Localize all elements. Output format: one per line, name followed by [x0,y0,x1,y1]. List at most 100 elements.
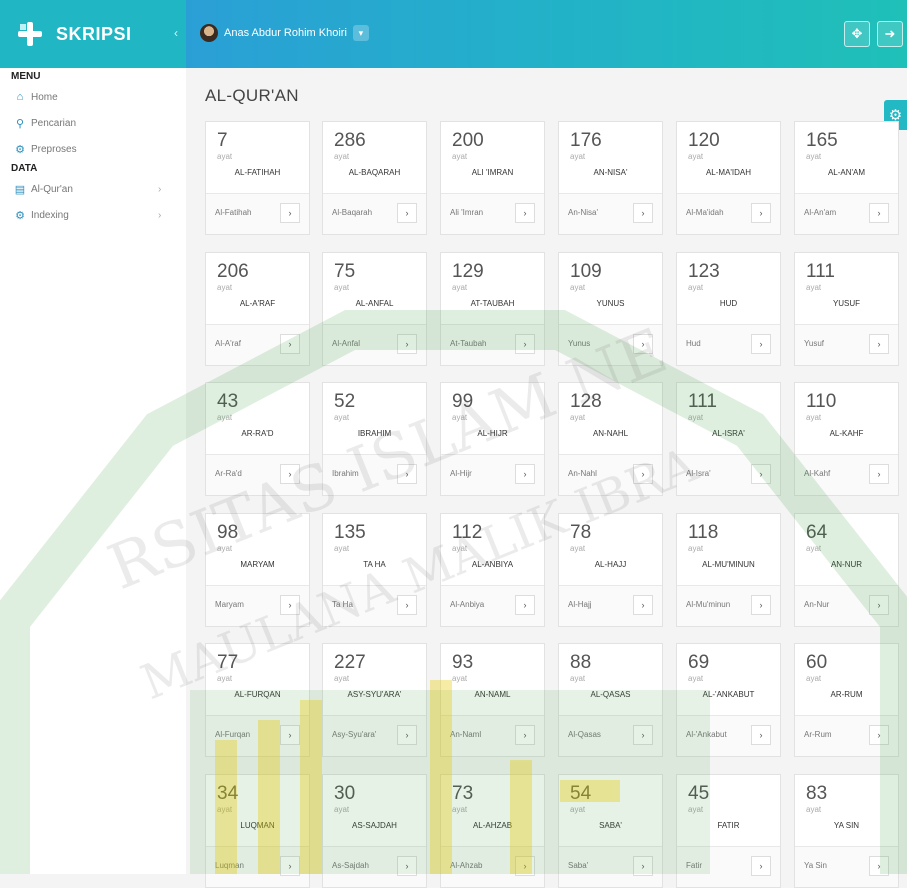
ayat-label: ayat [452,413,468,422]
surah-name: AL-'ANKABUT [702,690,755,699]
sidebar-item-label: Preproses [31,143,77,155]
surah-card: 110 ayat AL-KAHF Al-Kahf › [794,382,899,496]
open-surah-button[interactable]: › [633,464,653,484]
ayat-label: ayat [217,805,233,814]
ayat-count: 7 [217,130,228,151]
surah-latin-name: Al-Isra' [686,469,711,478]
open-surah-button[interactable]: › [515,595,535,615]
surah-card: 128 ayat AN-NAHL An-Nahl › [558,382,663,496]
surah-card: 112 ayat AL-ANBIYA Al-Anbiya › [440,513,545,627]
ayat-count: 73 [452,783,474,804]
card-footer: Al-Baqarah › [323,193,426,234]
card-footer: Al-Mu'minun › [677,585,780,626]
ayat-count: 54 [570,783,592,804]
chevron-down-icon[interactable]: ▾ [352,25,369,41]
sidebar-item-label: Pencarian [31,117,77,129]
open-surah-button[interactable]: › [280,464,300,484]
logout-icon[interactable]: ➜ [877,21,903,47]
open-surah-button[interactable]: › [633,203,653,223]
surah-card: 111 ayat AL-ISRA' Al-Isra' › [676,382,781,496]
open-surah-button[interactable]: › [751,856,771,876]
open-surah-button[interactable]: › [515,203,535,223]
open-surah-button[interactable]: › [280,595,300,615]
sidebar-item-indexing[interactable]: ⚙ Indexing › [0,202,186,228]
expand-icon[interactable]: ✥ [844,21,870,47]
card-footer: Al-Ahzab › [441,846,544,887]
surah-name: AL-ISRA' [712,429,745,438]
open-surah-button[interactable]: › [515,334,535,354]
open-surah-button[interactable]: › [869,203,889,223]
surah-latin-name: At-Taubah [450,339,487,348]
open-surah-button[interactable]: › [751,595,771,615]
chevron-left-icon[interactable]: ‹ [174,26,178,40]
open-surah-button[interactable]: › [280,856,300,876]
open-surah-button[interactable]: › [869,725,889,745]
open-surah-button[interactable]: › [633,595,653,615]
surah-name: MARYAM [240,560,275,569]
open-surah-button[interactable]: › [869,464,889,484]
open-surah-button[interactable]: › [869,856,889,876]
open-surah-button[interactable]: › [280,334,300,354]
ayat-label: ayat [570,805,586,814]
open-surah-button[interactable]: › [397,856,417,876]
surah-name: AL-FATIHAH [234,168,281,177]
open-surah-button[interactable]: › [751,725,771,745]
card-footer: An-Nahl › [559,454,662,495]
open-surah-button[interactable]: › [515,464,535,484]
open-surah-button[interactable]: › [397,203,417,223]
open-surah-button[interactable]: › [397,334,417,354]
open-surah-button[interactable]: › [751,203,771,223]
open-surah-button[interactable]: › [397,725,417,745]
open-surah-button[interactable]: › [633,856,653,876]
sidebar-item-pencarian[interactable]: ⚲ Pencarian [0,110,186,136]
open-surah-button[interactable]: › [751,464,771,484]
surah-latin-name: Ali 'Imran [450,208,484,217]
surah-name: AS-SAJDAH [352,821,397,830]
surah-name: AL-MU'MINUN [702,560,755,569]
surah-latin-name: Al-Qasas [568,730,601,739]
card-footer: Al-Isra' › [677,454,780,495]
open-surah-button[interactable]: › [869,595,889,615]
surah-name: AL-AHZAB [472,821,513,830]
surah-card: 129 ayat AT-TAUBAH At-Taubah › [440,252,545,366]
surah-latin-name: Al-Anbiya [450,600,485,609]
surah-name: AR-RUM [830,690,863,699]
sidebar-item-home[interactable]: ⌂ Home [0,84,186,110]
sidebar-item-preproses[interactable]: ⚙ Preproses [0,136,186,162]
open-surah-button[interactable]: › [633,725,653,745]
home-icon: ⌂ [16,91,24,103]
open-surah-button[interactable]: › [633,334,653,354]
app-logo[interactable]: SKRIPSI ‹ [0,0,186,68]
ayat-label: ayat [452,152,468,161]
page-title: AL-QUR'AN [205,86,299,105]
surah-card: 45 ayat FATIR Fatir › [676,774,781,888]
open-surah-button[interactable]: › [280,203,300,223]
surah-name: AN-NISA' [593,168,628,177]
open-surah-button[interactable]: › [515,856,535,876]
surah-latin-name: Ibrahim [332,469,359,478]
ayat-count: 110 [806,391,837,412]
open-surah-button[interactable]: › [751,334,771,354]
open-surah-button[interactable]: › [869,334,889,354]
sidebar-item-label: Indexing [31,209,69,221]
open-surah-button[interactable]: › [397,464,417,484]
user-menu[interactable]: Anas Abdur Rohim Khoiri ▾ [200,24,369,42]
sidebar-item-alquran[interactable]: ▤ Al-Qur'an › [0,176,186,202]
surah-latin-name: Luqman [215,861,244,870]
open-surah-button[interactable]: › [397,595,417,615]
surah-name: LUQMAN [240,821,275,830]
surah-name: TA HA [363,560,386,569]
surah-card: 54 ayat SABA' Saba' › [558,774,663,888]
surah-card: 78 ayat AL-HAJJ Al-Hajj › [558,513,663,627]
card-footer: Hud › [677,324,780,365]
ayat-count: 45 [688,783,710,804]
card-footer: Al-Qasas › [559,715,662,756]
surah-name: AN-NAML [474,690,511,699]
ayat-label: ayat [217,152,233,161]
open-surah-button[interactable]: › [515,725,535,745]
ayat-count: 109 [570,261,602,282]
open-surah-button[interactable]: › [280,725,300,745]
surah-card: 118 ayat AL-MU'MINUN Al-Mu'minun › [676,513,781,627]
surah-card: 111 ayat YUSUF Yusuf › [794,252,899,366]
surah-name: HUD [719,299,738,308]
